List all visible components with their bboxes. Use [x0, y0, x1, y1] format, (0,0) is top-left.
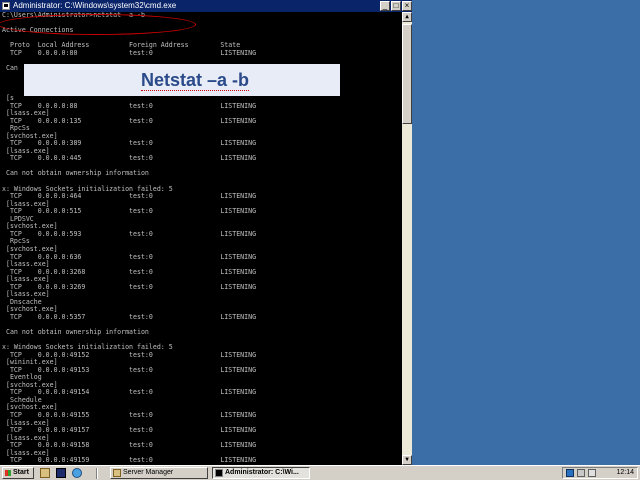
taskbar-button-label: Administrator: C:\Wi... — [225, 469, 299, 476]
cmd-window[interactable]: Administrator: C:\Windows\system32\cmd.e… — [0, 0, 412, 465]
scroll-up-button[interactable]: ▲ — [402, 12, 412, 22]
internet-explorer-quicklaunch-icon[interactable] — [72, 468, 82, 478]
console-line: Can not obtain ownership information — [2, 169, 149, 178]
console-line: TCP 0.0.0.0:5357 test:0 LISTENING — [2, 312, 257, 321]
start-button[interactable]: Start — [2, 467, 34, 479]
console-line: RpcSs — [2, 124, 30, 133]
console-line: TCP 0.0.0.0:445 test:0 LISTENING — [2, 154, 257, 163]
scroll-thumb[interactable] — [402, 24, 412, 124]
console-line: TCP 0.0.0.0:49153 test:0 LISTENING — [2, 365, 257, 374]
taskbar-button-cmd[interactable]: Administrator: C:\Wi... — [212, 467, 310, 479]
taskbar: Start Server Manager Administrator: C:\W… — [0, 465, 640, 480]
spellcheck-underline — [141, 88, 250, 91]
console-line: TCP 0.0.0.0:389 test:0 LISTENING — [2, 139, 257, 148]
cmd-icon — [2, 2, 10, 10]
console-line: Eventlog — [2, 373, 42, 382]
console-line: TCP 0.0.0.0:80 test:0 LISTENING — [2, 48, 257, 57]
close-button[interactable]: × — [402, 1, 412, 11]
console-line: TCP 0.0.0.0:515 test:0 LISTENING — [2, 207, 257, 216]
overlay-title-text: Netstat –a -b — [141, 70, 250, 90]
caption-overlay: Netstat –a -b — [24, 64, 340, 96]
console-line: TCP 0.0.0.0:49155 test:0 LISTENING — [2, 410, 257, 419]
console-line: Can not obtain ownership information — [2, 327, 149, 336]
window-titlebar[interactable]: Administrator: C:\Windows\system32\cmd.e… — [0, 0, 412, 12]
server-manager-quicklaunch-icon[interactable] — [40, 468, 50, 478]
server-manager-icon — [113, 469, 121, 477]
console-line: TCP 0.0.0.0:464 test:0 LISTENING — [2, 192, 257, 201]
console-line: TCP 0.0.0.0:636 test:0 LISTENING — [2, 252, 257, 261]
console-line: TCP 0.0.0.0:3269 test:0 LISTENING — [2, 282, 257, 291]
system-tray: 12:14 — [562, 467, 638, 479]
console-line: LPDSVC — [2, 214, 34, 223]
quicklaunch-separator — [96, 468, 98, 479]
console-line: TCP 0.0.0.0:49159 test:0 LISTENING — [2, 456, 257, 465]
console-line: Dnscache — [2, 297, 42, 306]
scroll-down-button[interactable]: ▼ — [402, 455, 412, 465]
maximize-button[interactable]: □ — [391, 1, 401, 11]
cmd-icon — [215, 469, 223, 477]
speaker-icon[interactable] — [588, 469, 596, 477]
console-line: TCP 0.0.0.0:49154 test:0 LISTENING — [2, 388, 257, 397]
console-line: TCP 0.0.0.0:88 test:0 LISTENING — [2, 101, 257, 110]
console-line: TCP 0.0.0.0:593 test:0 LISTENING — [2, 229, 257, 238]
console-line: RpcSs — [2, 237, 30, 246]
console-line: TCP 0.0.0.0:3268 test:0 LISTENING — [2, 267, 257, 276]
windows-logo-icon — [5, 470, 11, 476]
window-title: Administrator: C:\Windows\system32\cmd.e… — [13, 1, 177, 10]
minimize-button[interactable]: _ — [380, 1, 390, 11]
network-icon[interactable] — [566, 469, 574, 477]
powershell-quicklaunch-icon[interactable] — [56, 468, 66, 478]
vertical-scrollbar[interactable]: ▲ ▼ — [402, 12, 412, 465]
clock[interactable]: 12:14 — [616, 468, 634, 478]
start-label: Start — [13, 469, 29, 476]
console-line: TCP 0.0.0.0:49152 test:0 LISTENING — [2, 350, 257, 359]
console-line: Schedule — [2, 395, 42, 404]
console-line: TCP 0.0.0.0:49157 test:0 LISTENING — [2, 426, 257, 435]
console-line: [lsass.exe] — [2, 290, 50, 299]
command-highlight-ellipse — [0, 14, 196, 35]
taskbar-button-label: Server Manager — [123, 469, 174, 476]
desktop-background — [412, 0, 640, 465]
overlay-title: Netstat –a -b — [141, 69, 250, 91]
taskbar-button-server-manager[interactable]: Server Manager — [110, 467, 208, 479]
console-line: TCP 0.0.0.0:135 test:0 LISTENING — [2, 116, 257, 125]
console-line: TCP 0.0.0.0:49158 test:0 LISTENING — [2, 441, 257, 450]
monitor-icon[interactable] — [577, 469, 585, 477]
